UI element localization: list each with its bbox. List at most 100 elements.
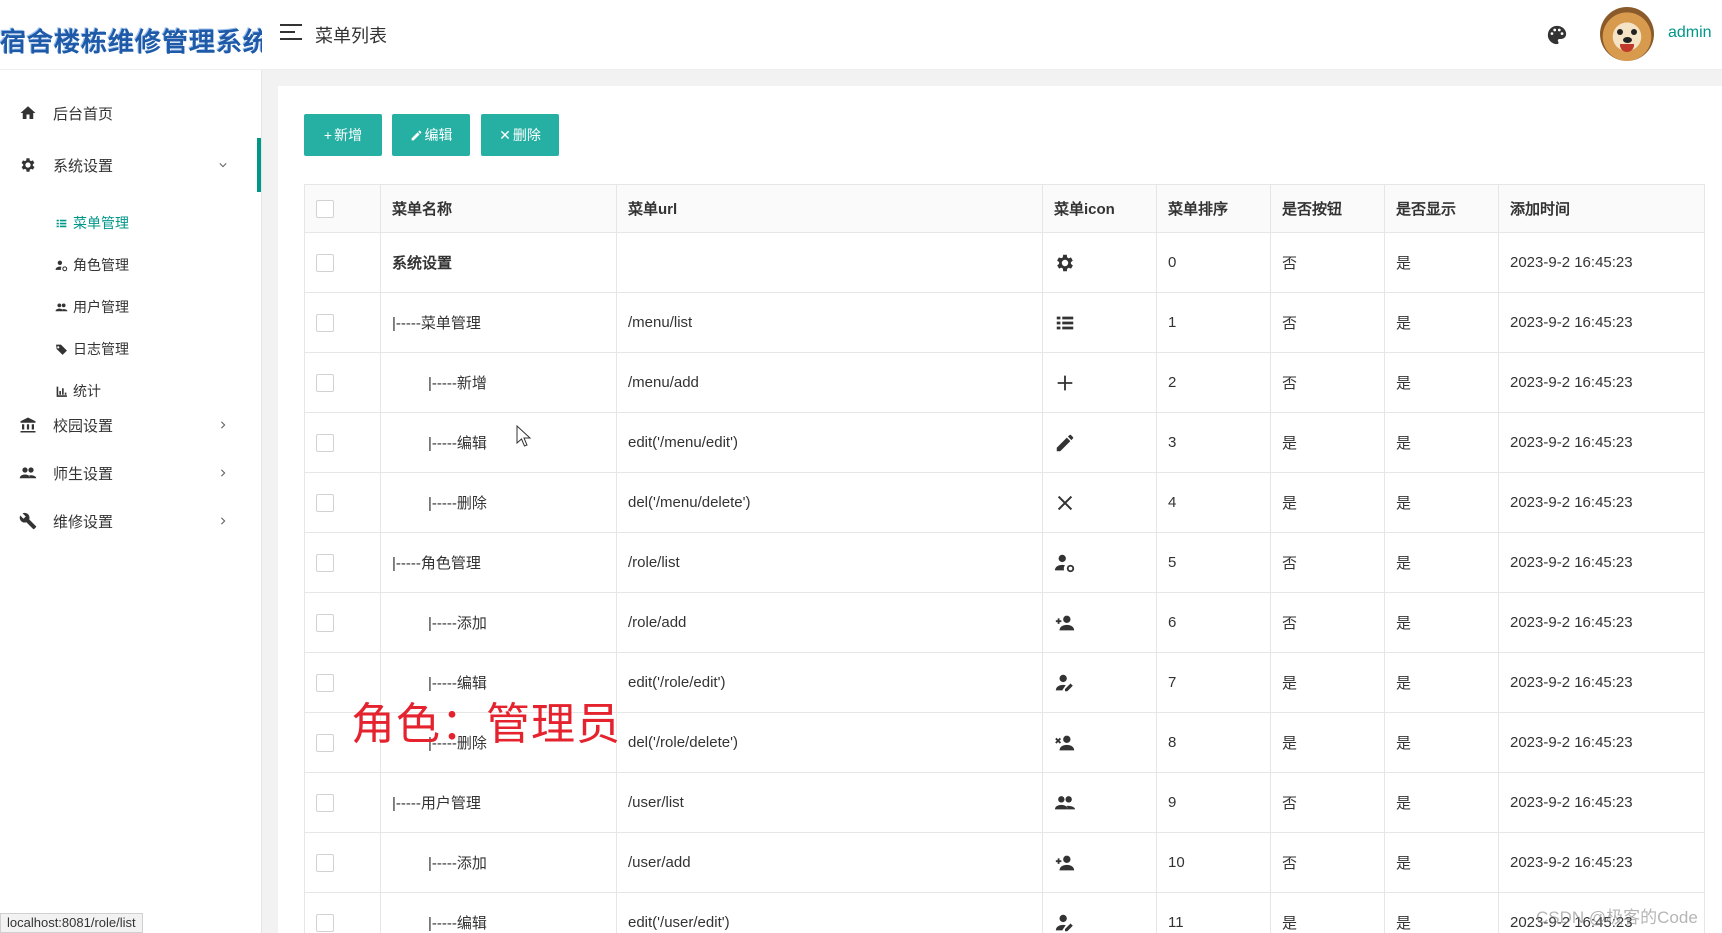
add-time-cell: 2023-9-2 16:45:23 xyxy=(1498,412,1705,473)
menu-url-cell: /user/add xyxy=(616,832,1043,893)
sidebar-item-campus-settings[interactable]: 校园设置 xyxy=(0,400,262,450)
is-button-cell: 否 xyxy=(1270,352,1385,413)
row-checkbox[interactable] xyxy=(316,613,334,632)
pencil-icon xyxy=(411,130,421,140)
select-all-checkbox[interactable] xyxy=(316,199,334,218)
menu-url-cell: /menu/list xyxy=(616,292,1043,353)
edit-button-label: 编辑 xyxy=(424,127,453,143)
menu-icon-cell xyxy=(1042,352,1157,413)
sidebar-item-label: 校园设置 xyxy=(53,417,114,435)
table-row[interactable]: |-----编辑 edit('/user/edit') 11 是是 2023-9-2 1… xyxy=(304,892,1705,933)
table-header-row: 菜单名称 菜单url 菜单icon 菜单排序 是否按钮 是否显示 添加时间 xyxy=(304,184,1705,233)
add-time-cell: 2023-9-2 16:45:23 xyxy=(1498,352,1705,413)
row-select-cell xyxy=(304,472,381,533)
select-all-cell xyxy=(304,184,381,233)
add-time-cell: 2023-9-2 16:45:23 xyxy=(1498,652,1705,713)
chevron-right-icon xyxy=(221,469,226,477)
edit-button[interactable]: 编辑 xyxy=(392,114,470,156)
table-row[interactable]: |-----添加/user/add 10 否是 2023-9-2 16:45:23 xyxy=(304,832,1705,893)
table-row[interactable]: |-----删除 del('/menu/delete') 4 是是 2023-9-2 1… xyxy=(304,472,1705,533)
is-show-cell: 是 xyxy=(1384,592,1499,653)
sidebar-sub-item-label: 菜单管理 xyxy=(73,215,129,231)
delete-button-label: 删除 xyxy=(512,127,541,143)
row-checkbox[interactable] xyxy=(316,853,334,872)
sidebar-item-label: 维修设置 xyxy=(53,513,114,531)
table-row[interactable]: |-----菜单管理/menu/list 1 否是 2023-9-2 16:45:23 xyxy=(304,292,1705,353)
sidebar-sub-item-menu-management[interactable]: 菜单管理 xyxy=(0,203,262,243)
column-header-icon[interactable]: 菜单icon xyxy=(1042,184,1157,233)
row-checkbox[interactable] xyxy=(316,373,334,392)
sidebar-sub-item-user-management[interactable]: 用户管理 xyxy=(0,287,262,327)
menu-icon-cell xyxy=(1042,412,1157,473)
sidebar-sub-item-role-management[interactable]: 角色管理 xyxy=(0,245,262,285)
menu-name-cell: |-----添加 xyxy=(380,832,617,893)
user-gear-icon xyxy=(1054,554,1075,572)
table-row[interactable]: 系统设置 0 否是 2023-9-2 16:45:23 xyxy=(304,232,1705,293)
page-title: 菜单列表 xyxy=(315,26,387,46)
user-add-icon xyxy=(1055,855,1075,870)
role-overlay-text: 角色：管理员 xyxy=(351,699,621,750)
sidebar-item-label: 系统设置 xyxy=(53,157,114,175)
menu-order-cell: 2 xyxy=(1156,352,1271,413)
bank-icon xyxy=(20,417,36,433)
table-row[interactable]: |-----新增/menu/add 2 否是 2023-9-2 16:45:23 xyxy=(304,352,1705,413)
sidebar-sub-item-label: 日志管理 xyxy=(73,341,129,357)
sidebar-sub-item-log-management[interactable]: 日志管理 xyxy=(0,329,262,369)
menu-url-cell: edit('/user/edit') xyxy=(616,892,1043,933)
add-button[interactable]: + 新增 xyxy=(304,114,382,156)
menu-name-cell: |-----菜单管理 xyxy=(380,292,617,353)
row-checkbox[interactable] xyxy=(316,253,334,272)
sidebar-item-teacher-student-settings[interactable]: 师生设置 xyxy=(0,448,262,498)
menu-url-cell: /role/add xyxy=(616,592,1043,653)
menu-url-cell: edit('/menu/edit') xyxy=(616,412,1043,473)
add-button-label: 新增 xyxy=(334,127,363,143)
menu-icon-cell xyxy=(1042,652,1157,713)
column-header-name[interactable]: 菜单名称 xyxy=(380,184,617,233)
sidebar-item-home[interactable]: 后台首页 xyxy=(0,88,262,138)
menu-icon-cell xyxy=(1042,532,1157,593)
user-name[interactable]: admin xyxy=(1668,24,1712,42)
menu-order-cell: 7 xyxy=(1156,652,1271,713)
row-select-cell xyxy=(304,232,381,293)
menu-name-cell: |-----删除 xyxy=(380,472,617,533)
row-checkbox[interactable] xyxy=(316,433,334,452)
add-time-cell: 2023-9-2 16:45:23 xyxy=(1498,472,1705,533)
row-select-cell xyxy=(304,592,381,653)
row-select-cell xyxy=(304,412,381,473)
row-checkbox[interactable] xyxy=(316,673,334,692)
menu-toggle-icon[interactable] xyxy=(280,24,302,42)
row-select-cell xyxy=(304,832,381,893)
is-button-cell: 否 xyxy=(1270,592,1385,653)
chevron-right-icon xyxy=(221,517,226,525)
is-show-cell: 是 xyxy=(1384,712,1499,773)
menu-order-cell: 9 xyxy=(1156,772,1271,833)
row-checkbox[interactable] xyxy=(316,913,334,932)
table-row[interactable]: |-----用户管理/user/list 9 否是 2023-9-2 16:45:23 xyxy=(304,772,1705,833)
table-row[interactable]: |-----角色管理/role/list 5 否是 2023-9-2 16:45:23 xyxy=(304,532,1705,593)
gear-icon xyxy=(21,158,35,172)
sidebar-item-system-settings[interactable]: 系统设置 xyxy=(0,140,262,190)
column-header-url[interactable]: 菜单url xyxy=(616,184,1043,233)
row-checkbox[interactable] xyxy=(316,553,334,572)
row-checkbox[interactable] xyxy=(316,493,334,512)
row-checkbox[interactable] xyxy=(316,793,334,812)
row-checkbox[interactable] xyxy=(316,733,334,752)
avatar[interactable] xyxy=(1600,7,1654,61)
menu-icon-cell xyxy=(1042,232,1157,293)
column-header-time[interactable]: 添加时间 xyxy=(1498,184,1705,233)
delete-button[interactable]: ✕ 删除 xyxy=(481,114,559,156)
top-header: 宿舍楼栋维修管理系统 菜单列表 admin xyxy=(0,0,1722,70)
column-header-order[interactable]: 菜单排序 xyxy=(1156,184,1271,233)
row-checkbox[interactable] xyxy=(316,313,334,332)
sidebar-item-label: 后台首页 xyxy=(53,105,114,123)
menu-table: 菜单名称 菜单url 菜单icon 菜单排序 是否按钮 是否显示 添加时间 系统… xyxy=(304,184,1705,933)
table-row[interactable]: |-----添加/role/add 6 否是 2023-9-2 16:45:23 xyxy=(304,592,1705,653)
is-show-cell: 是 xyxy=(1384,412,1499,473)
palette-icon[interactable] xyxy=(1546,24,1568,46)
column-header-is-button[interactable]: 是否按钮 xyxy=(1270,184,1385,233)
table-row[interactable]: |-----编辑 edit('/menu/edit') 3 是是 2023-9-2 16… xyxy=(304,412,1705,473)
sidebar-sub-item-label: 用户管理 xyxy=(73,299,129,315)
column-header-is-show[interactable]: 是否显示 xyxy=(1384,184,1499,233)
group-icon xyxy=(19,467,37,479)
sidebar-item-repair-settings[interactable]: 维修设置 xyxy=(0,496,262,546)
